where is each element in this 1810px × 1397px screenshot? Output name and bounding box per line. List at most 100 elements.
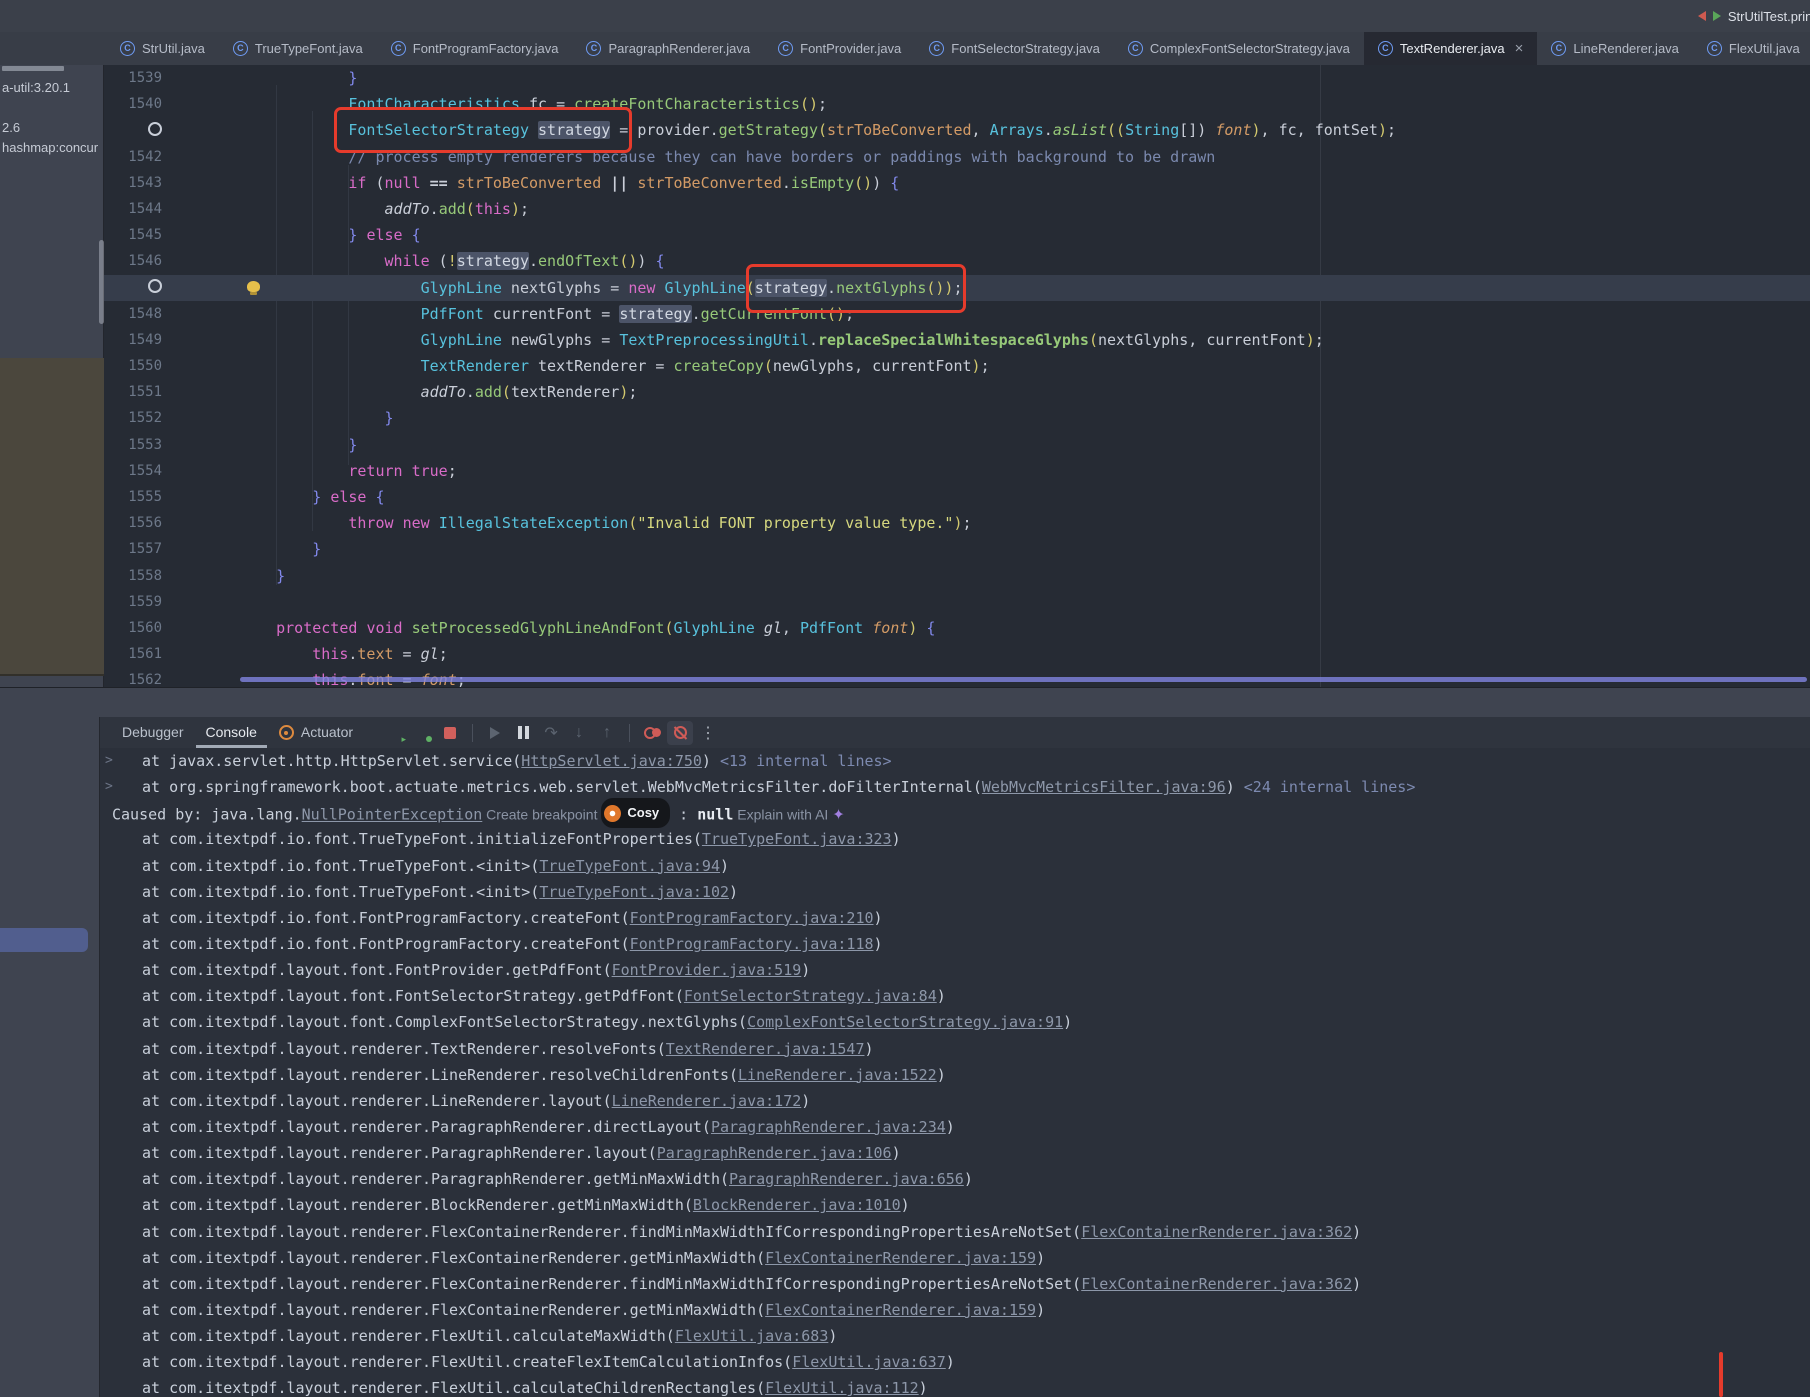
- line-number[interactable]: 1558: [104, 563, 162, 589]
- stack-frame-link[interactable]: HttpServlet.java:750: [521, 752, 702, 770]
- stack-frame-link[interactable]: FontProvider.java:519: [612, 961, 802, 979]
- fold-arrow-icon[interactable]: >: [105, 748, 113, 774]
- tab-StrUtil.java[interactable]: CStrUtil.java: [106, 32, 219, 65]
- console-output[interactable]: >at javax.servlet.http.HttpServlet.servi…: [100, 748, 1810, 1397]
- stack-frame-link[interactable]: ComplexFontSelectorStrategy.java:91: [747, 1013, 1063, 1031]
- tab-FontProgramFactory.java[interactable]: CFontProgramFactory.java: [377, 32, 573, 65]
- stack-frame-link[interactable]: TrueTypeFont.java:323: [702, 830, 892, 848]
- stack-frame-link[interactable]: LineRenderer.java:172: [612, 1092, 802, 1110]
- project-panel-item[interactable]: 2.6: [2, 120, 20, 135]
- tab-FontSelectorStrategy.java[interactable]: CFontSelectorStrategy.java: [915, 32, 1114, 65]
- stack-frame-link[interactable]: TextRenderer.java:1547: [666, 1040, 865, 1058]
- fold-arrow-icon[interactable]: >: [105, 774, 113, 800]
- more-icon[interactable]: ⋮: [695, 721, 721, 745]
- line-number[interactable]: 1561: [104, 641, 162, 667]
- rerun-icon[interactable]: [381, 721, 407, 745]
- line-number[interactable]: 1560: [104, 615, 162, 641]
- line-number[interactable]: [104, 117, 162, 143]
- line-number[interactable]: 1551: [104, 379, 162, 405]
- project-panel-item[interactable]: a-util:3.20.1: [2, 80, 70, 95]
- inline-action-label[interactable]: Create breakpoint: [482, 807, 601, 823]
- line-number[interactable]: 1554: [104, 458, 162, 484]
- breakpoint-icon[interactable]: [148, 279, 162, 293]
- stack-frame-link[interactable]: WebMvcMetricsFilter.java:96: [982, 778, 1226, 796]
- line-number[interactable]: 1555: [104, 484, 162, 510]
- stack-frame-link[interactable]: ParagraphRenderer.java:656: [729, 1170, 964, 1188]
- stack-frame-text: at com.itextpdf.layout.renderer.FlexCont…: [142, 1249, 765, 1267]
- stack-frame-link[interactable]: LineRenderer.java:1522: [738, 1066, 937, 1084]
- stack-frame-link[interactable]: FlexContainerRenderer.java:159: [765, 1249, 1036, 1267]
- stack-frame-link[interactable]: FontSelectorStrategy.java:84: [684, 987, 937, 1005]
- line-number[interactable]: 1550: [104, 353, 162, 379]
- panel-splitter[interactable]: [0, 687, 1810, 717]
- line-number[interactable]: 1544: [104, 196, 162, 222]
- tab-TrueTypeFont.java[interactable]: CTrueTypeFont.java: [219, 32, 377, 65]
- cosy-badge[interactable]: Cosy: [601, 798, 670, 828]
- stack-frame-link[interactable]: FlexUtil.java:683: [675, 1327, 829, 1345]
- breakpoint-icon[interactable]: [148, 122, 162, 136]
- line-number[interactable]: 1543: [104, 170, 162, 196]
- line-number[interactable]: 1545: [104, 222, 162, 248]
- stack-frame-link[interactable]: FlexContainerRenderer.java:362: [1081, 1223, 1352, 1241]
- stack-line: at com.itextpdf.layout.renderer.BlockRen…: [100, 1192, 1810, 1218]
- line-number[interactable]: 1549: [104, 327, 162, 353]
- stack-frame-link[interactable]: FlexUtil.java:637: [792, 1353, 946, 1371]
- tab-FlexUtil.java[interactable]: CFlexUtil.java: [1693, 32, 1810, 65]
- line-number[interactable]: 1557: [104, 536, 162, 562]
- horizontal-scrollbar-thumb[interactable]: [240, 677, 1807, 682]
- stack-frame-link[interactable]: BlockRenderer.java:1010: [693, 1196, 901, 1214]
- project-panel-item[interactable]: hashmap:concur: [2, 140, 98, 155]
- mute-breakpoints-icon[interactable]: [667, 721, 693, 745]
- pause-icon[interactable]: [510, 721, 536, 745]
- tab-TextRenderer.java[interactable]: CTextRenderer.java×: [1364, 32, 1538, 65]
- stack-frame-link[interactable]: NullPointerException: [302, 806, 483, 824]
- run-configuration[interactable]: StrUtilTest.print: [1698, 0, 1810, 32]
- stack-frame-link[interactable]: TrueTypeFont.java:94: [539, 857, 720, 875]
- stack-frame-text: ): [864, 1040, 873, 1058]
- line-number[interactable]: 1556: [104, 510, 162, 536]
- debug-tab-actuator[interactable]: Actuator: [269, 717, 363, 748]
- line-number[interactable]: 1548: [104, 301, 162, 327]
- debug-tab-console[interactable]: Console: [196, 717, 267, 748]
- stack-frame-link[interactable]: ParagraphRenderer.java:234: [711, 1118, 946, 1136]
- class-icon: C: [391, 41, 406, 56]
- tab-label: TextRenderer.java: [1400, 41, 1505, 56]
- tab-LineRenderer.java[interactable]: CLineRenderer.java: [1537, 32, 1693, 65]
- editor[interactable]: 1539 }1540 FontCharacteristics fc = crea…: [104, 65, 1810, 687]
- line-number[interactable]: 1562: [104, 667, 162, 687]
- close-tab-icon[interactable]: ×: [1515, 40, 1524, 57]
- line-number[interactable]: 1552: [104, 405, 162, 431]
- stack-frame-link[interactable]: TrueTypeFont.java:102: [539, 883, 729, 901]
- stack-frame-link[interactable]: FlexContainerRenderer.java:362: [1081, 1275, 1352, 1293]
- debug-tab-debugger[interactable]: Debugger: [112, 717, 194, 748]
- exception-value: null: [697, 806, 733, 824]
- tab-FontProvider.java[interactable]: CFontProvider.java: [764, 32, 915, 65]
- inline-action-label[interactable]: Explain with AI: [733, 807, 832, 823]
- line-number[interactable]: 1542: [104, 144, 162, 170]
- restart-debugger-icon[interactable]: [409, 721, 435, 745]
- stack-frame-link[interactable]: FontProgramFactory.java:210: [630, 909, 874, 927]
- stack-frame-link[interactable]: FontProgramFactory.java:118: [630, 935, 874, 953]
- code-text: } else {: [162, 484, 385, 510]
- debug-frames-panel[interactable]: [0, 717, 100, 1397]
- stack-frame-text: at com.itextpdf.layout.renderer.Paragrap…: [142, 1170, 729, 1188]
- stack-frame-link[interactable]: FlexUtil.java:112: [765, 1379, 919, 1397]
- selected-frame-row[interactable]: [0, 928, 88, 952]
- line-number[interactable]: 1553: [104, 432, 162, 458]
- stack-frame-text: ): [874, 909, 883, 927]
- stack-frame-link[interactable]: FlexContainerRenderer.java:159: [765, 1301, 1036, 1319]
- popup-overlay: [0, 358, 104, 676]
- intention-bulb-icon[interactable]: [247, 281, 260, 292]
- line-number[interactable]: 1559: [104, 589, 162, 615]
- view-breakpoints-icon[interactable]: [639, 721, 665, 745]
- line-number[interactable]: 1539: [104, 65, 162, 91]
- tab-ComplexFontSelectorStrategy.java[interactable]: CComplexFontSelectorStrategy.java: [1114, 32, 1364, 65]
- stop-icon[interactable]: [437, 721, 463, 745]
- tab-ParagraphRenderer.java[interactable]: CParagraphRenderer.java: [572, 32, 764, 65]
- line-number[interactable]: 1546: [104, 248, 162, 274]
- stack-frame-text: ): [1036, 1301, 1045, 1319]
- stack-frame-link[interactable]: ParagraphRenderer.java:106: [657, 1144, 892, 1162]
- stack-line: at com.itextpdf.io.font.TrueTypeFont.<in…: [100, 879, 1810, 905]
- line-number[interactable]: 1540: [104, 91, 162, 117]
- line-number[interactable]: [104, 275, 162, 301]
